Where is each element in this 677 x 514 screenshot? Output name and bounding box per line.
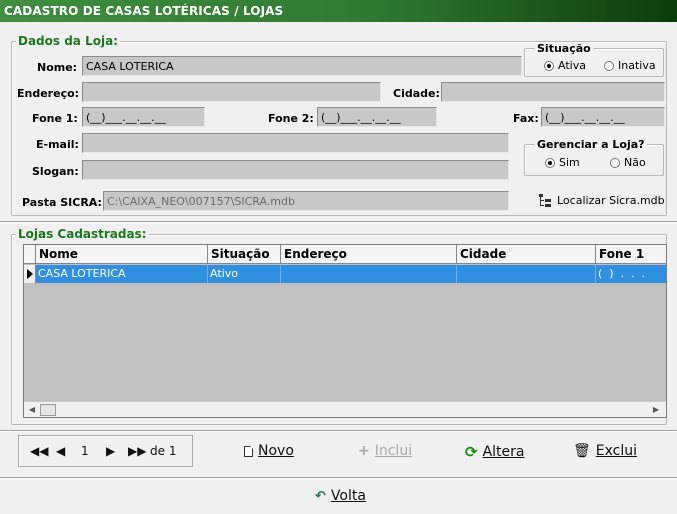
- email-field[interactable]: [82, 133, 509, 153]
- row-indicator-icon: [24, 265, 36, 283]
- scroll-thumb[interactable]: [40, 404, 56, 416]
- header-nome[interactable]: Nome: [36, 245, 208, 264]
- cidade-label: Cidade:: [393, 87, 440, 100]
- first-record-icon[interactable]: ◀◀: [30, 444, 48, 458]
- header-fone1[interactable]: Fone 1: [596, 245, 666, 264]
- exclui-button[interactable]: 🗑 Exclui: [573, 443, 637, 459]
- email-label: E-mail:: [36, 138, 79, 151]
- section-divider: [0, 221, 677, 223]
- trash-icon: 🗑: [573, 443, 591, 459]
- row-situacao: Ativo: [208, 265, 281, 283]
- undo-arrow-icon: ↶: [315, 488, 326, 504]
- situacao-legend: Situação: [537, 42, 591, 55]
- radio-unchecked-icon: [610, 157, 620, 168]
- next-record-icon[interactable]: ▶: [106, 444, 115, 458]
- fone1-field[interactable]: [82, 107, 205, 127]
- radio-unchecked-icon: [604, 60, 614, 71]
- situacao-inativa-label: Inativa: [618, 59, 656, 72]
- fone2-label: Fone 2:: [268, 112, 314, 125]
- gerenciar-sim-radio[interactable]: Sim: [545, 156, 580, 169]
- last-record-icon[interactable]: ▶▶: [128, 444, 146, 458]
- row-endereco: [281, 265, 457, 283]
- endereco-field[interactable]: [82, 82, 381, 102]
- header-cidade[interactable]: Cidade: [457, 245, 596, 264]
- nome-label: Nome:: [37, 61, 78, 74]
- fax-field[interactable]: [541, 107, 665, 127]
- grid-header: Nome Situação Endereço Cidade Fone 1: [24, 245, 666, 264]
- row-fone1: ( ) . . .: [598, 267, 646, 280]
- radio-checked-icon: [544, 60, 554, 71]
- pasta-sicra-field[interactable]: [103, 191, 509, 211]
- endereco-label: Endereço:: [17, 87, 80, 100]
- scroll-right-icon[interactable]: ▶: [650, 404, 662, 416]
- header-situacao[interactable]: Situação: [208, 245, 281, 264]
- gerenciar-nao-label: Não: [624, 156, 646, 169]
- page-number: 1: [81, 444, 89, 458]
- header-endereco[interactable]: Endereço: [281, 245, 457, 264]
- section-divider: [0, 477, 677, 479]
- row-cidade: [457, 265, 596, 283]
- gerenciar-legend: Gerenciar a Loja?: [537, 138, 645, 151]
- novo-button[interactable]: Novo: [244, 443, 294, 459]
- gerenciar-sim-label: Sim: [559, 156, 580, 169]
- fone2-field[interactable]: [317, 107, 437, 127]
- folder-tree-icon: [538, 193, 552, 207]
- plus-icon: +: [358, 443, 370, 459]
- scroll-left-icon[interactable]: ◀: [26, 404, 38, 416]
- exclui-label: Exclui: [595, 443, 638, 459]
- horizontal-scrollbar[interactable]: ◀ ▶: [24, 401, 666, 417]
- section-divider: [0, 430, 677, 432]
- header-indicator: [24, 245, 36, 264]
- row-nome: CASA LOTERICA: [36, 265, 208, 283]
- lojas-grid[interactable]: Nome Situação Endereço Cidade Fone 1 CAS…: [23, 244, 667, 418]
- slogan-label: Slogan:: [32, 165, 79, 178]
- prev-record-icon[interactable]: ◀: [56, 444, 65, 458]
- altera-button[interactable]: ⟳ Altera: [465, 443, 524, 461]
- situacao-ativa-radio[interactable]: Ativa: [544, 59, 586, 72]
- situacao-ativa-label: Ativa: [558, 59, 586, 72]
- page-total: de 1: [150, 444, 177, 458]
- window-title: CADASTRO DE CASAS LOTÉRICAS / LOJAS: [0, 0, 677, 22]
- fax-label: Fax:: [513, 112, 539, 125]
- table-row[interactable]: CASA LOTERICA Ativo ( ) . . .: [24, 265, 666, 283]
- radio-checked-icon: [545, 157, 555, 168]
- altera-label: Altera: [482, 444, 525, 460]
- gerenciar-nao-radio[interactable]: Não: [610, 156, 646, 169]
- store-data-legend: Dados da Loja:: [18, 34, 118, 48]
- refresh-icon: ⟳: [465, 443, 478, 461]
- volta-label: Volta: [330, 488, 366, 504]
- volta-button[interactable]: ↶ Volta: [315, 488, 366, 504]
- localizar-sicra-button[interactable]: Localizar Sicra.mdb: [538, 193, 665, 207]
- situacao-inativa-radio[interactable]: Inativa: [604, 59, 656, 72]
- inclui-button[interactable]: + Inclui: [358, 443, 412, 459]
- lojas-legend: Lojas Cadastradas:: [18, 227, 147, 241]
- localizar-sicra-label: Localizar Sicra.mdb: [557, 193, 665, 207]
- inclui-label: Inclui: [374, 443, 413, 459]
- fone1-label: Fone 1:: [32, 112, 78, 125]
- cidade-field[interactable]: [441, 82, 665, 102]
- nome-field[interactable]: [82, 56, 522, 76]
- new-document-icon: [244, 445, 253, 457]
- slogan-field[interactable]: [82, 160, 509, 180]
- pasta-sicra-label: Pasta SICRA:: [22, 196, 102, 209]
- record-navigator: ◀◀ ◀ 1 ▶ ▶▶ de 1: [18, 435, 193, 467]
- novo-label: Novo: [258, 443, 294, 459]
